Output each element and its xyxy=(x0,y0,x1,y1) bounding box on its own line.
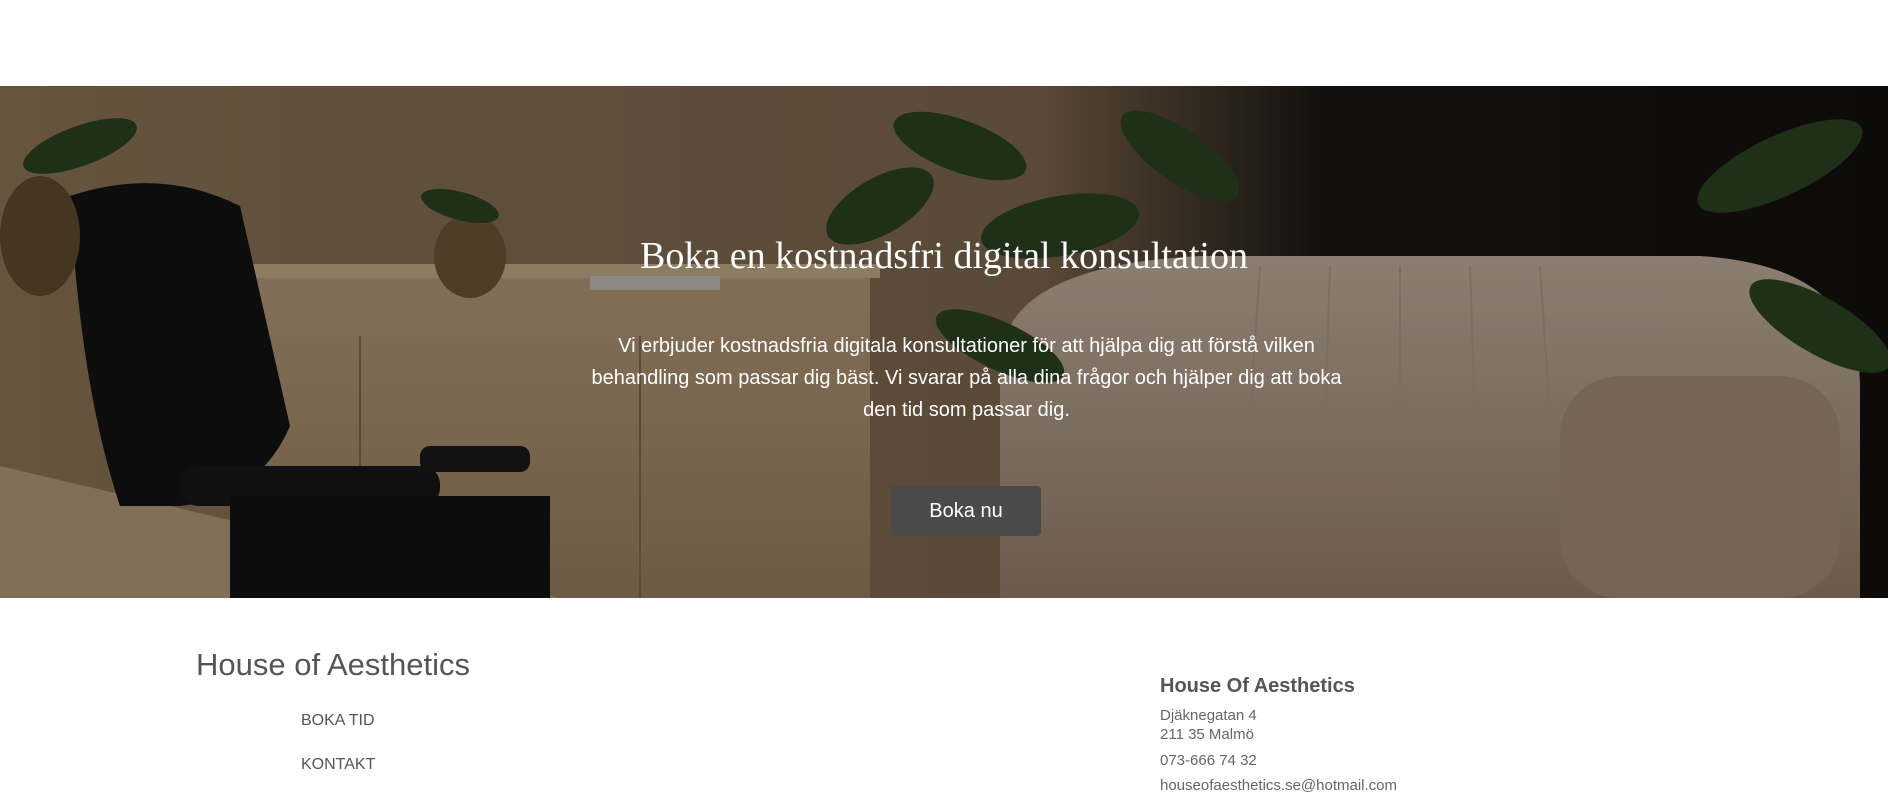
footer-link-boka-tid[interactable]: BOKA TID xyxy=(301,712,375,730)
footer-contact: House Of Aesthetics Djäknegatan 4 211 35… xyxy=(1160,674,1397,795)
contact-street: Djäknegatan 4 xyxy=(1160,707,1257,724)
contact-company-name: House Of Aesthetics xyxy=(1160,675,1355,697)
hero-title: Boka en kostnadsfri digital konsultation xyxy=(640,235,1248,277)
footer-link-kontakt[interactable]: KONTAKT xyxy=(301,756,375,774)
hero-description: Vi erbjuder kostnadsfria digitala konsul… xyxy=(591,335,1342,421)
book-now-button[interactable]: Boka nu xyxy=(891,486,1041,536)
contact-city: 211 35 Malmö xyxy=(1160,726,1254,743)
page: Boka en kostnadsfri digital konsultation… xyxy=(0,0,1890,796)
hero-section: Boka en kostnadsfri digital konsultation… xyxy=(0,86,1888,598)
contact-phone[interactable]: 073-666 74 32 xyxy=(1160,751,1397,770)
hero-content: Boka en kostnadsfri digital konsultation… xyxy=(0,86,1888,598)
footer-brand-title: House of Aesthetics xyxy=(196,647,470,682)
contact-email[interactable]: houseofaesthetics.se@hotmail.com xyxy=(1160,776,1397,795)
